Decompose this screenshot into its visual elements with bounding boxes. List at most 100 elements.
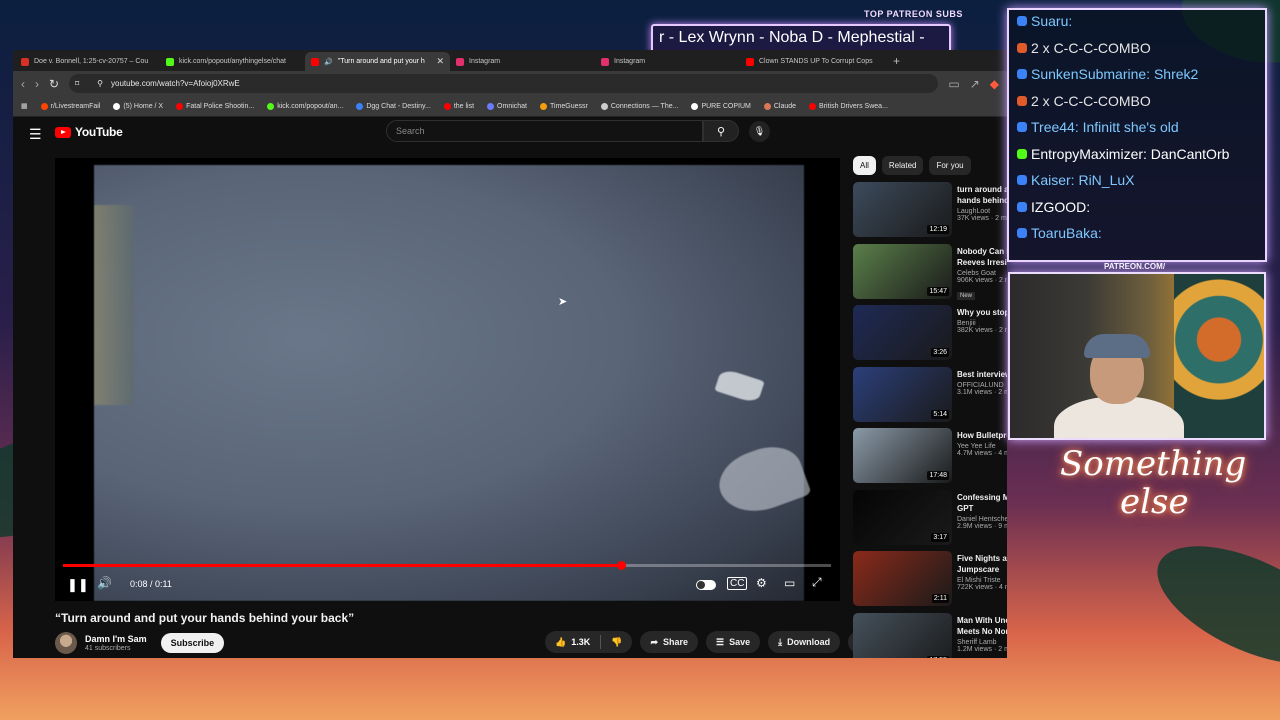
related-video-title[interactable]: How Bulletproof Pans? bbox=[957, 430, 1007, 441]
bookmark-item[interactable]: Connections — The... bbox=[600, 102, 678, 110]
related-channel-name[interactable]: Yee Yee Life bbox=[957, 443, 1007, 450]
share-button[interactable]: ➦ Share bbox=[640, 631, 699, 653]
patreon-label: TOP PATREON SUBS bbox=[864, 9, 963, 19]
bookmark-item[interactable]: kick.com/popout/an... bbox=[267, 102, 343, 110]
fullscreen-button[interactable]: ⤢ bbox=[812, 575, 822, 590]
bookmark-star-icon[interactable]: ⌑ bbox=[75, 79, 79, 88]
close-tab-icon[interactable]: ✕ bbox=[436, 56, 444, 67]
video-thumbnail[interactable]: 3:17 bbox=[853, 489, 952, 545]
video-thumbnail[interactable]: 17:55 bbox=[853, 612, 952, 658]
apps-icon[interactable]: ▦ bbox=[21, 102, 28, 110]
related-video-item[interactable]: 3:26 Why you stop Benjiii382K views · 2 mo… bbox=[853, 305, 1007, 367]
progress-bar[interactable] bbox=[63, 561, 831, 570]
tab-instagram-1[interactable]: Instagram bbox=[450, 52, 595, 71]
related-channel-name[interactable]: LaughLoot bbox=[957, 208, 1007, 215]
bookmark-item[interactable]: PURE COPIUM bbox=[691, 102, 751, 110]
bookmark-item[interactable]: British Drivers Swea... bbox=[809, 102, 888, 110]
search-button[interactable]: ⚲ bbox=[703, 120, 739, 142]
related-video-item[interactable]: 17:55 Man With Uncontrollable Rage Meets … bbox=[853, 612, 1007, 658]
video-thumbnail[interactable]: 3:26 bbox=[853, 305, 952, 360]
related-channel-name[interactable]: El Mishi Triste bbox=[957, 577, 1007, 584]
related-video-item[interactable]: 2:11 Five Nights at Epstein's | All Jumps… bbox=[853, 551, 1007, 613]
share-icon[interactable]: ↗ bbox=[970, 77, 980, 91]
settings-gear-icon[interactable]: ⚙ bbox=[756, 576, 767, 590]
related-channel-name[interactable]: Sheriff Lamb bbox=[957, 639, 1007, 646]
bookmark-item[interactable]: (5) Home / X bbox=[113, 102, 163, 110]
related-video-item[interactable]: 12:19 turn around and put your hands behi… bbox=[853, 182, 1007, 244]
bookmark-item[interactable]: Omnichat bbox=[487, 102, 527, 110]
platform-badge-icon bbox=[1017, 69, 1027, 79]
chat-message: 2 x C-C-C-COMBO bbox=[1017, 40, 1151, 56]
bookmark-item[interactable]: Claude bbox=[763, 102, 797, 110]
related-channel-name[interactable]: Daniel Hentschel bbox=[957, 516, 1007, 523]
tab-kick-chat[interactable]: kick.com/popout/anythingelse/chat bbox=[160, 52, 305, 71]
forward-icon[interactable]: › bbox=[35, 77, 39, 91]
bookmark-item[interactable]: Dgg Chat - Destiny... bbox=[356, 102, 431, 110]
tab-youtube-video[interactable]: 🔊 "Turn around and put your h ✕ bbox=[305, 52, 450, 71]
address-bar[interactable]: ⌑ ⚲ youtube.com/watch?v=Afoioj0XRwE bbox=[69, 74, 939, 93]
bookmark-item[interactable]: Fatal Police Shootin... bbox=[176, 102, 254, 110]
bookmark-item[interactable]: the list bbox=[443, 102, 474, 110]
tab-clown-video[interactable]: Clown STANDS UP To Corrupt Cops bbox=[740, 52, 885, 71]
related-video-item[interactable]: 5:14 Best interview OFFICIALUND 3.1M views … bbox=[853, 366, 1007, 429]
related-channel-name[interactable]: Celebs Goat bbox=[957, 270, 1007, 277]
chip-for-you[interactable]: For you bbox=[929, 156, 971, 175]
subscriber-count: 41 subscribers bbox=[85, 645, 131, 652]
volume-button[interactable]: 🔊 bbox=[97, 576, 112, 590]
related-video-title[interactable]: Man With Uncontrollable Rage Meets No No… bbox=[957, 615, 1007, 637]
related-video-title[interactable]: Five Nights at Epstein's | All Jumpscare bbox=[957, 553, 1007, 575]
related-video-title[interactable]: Why you stop bbox=[957, 307, 1007, 318]
brave-shield-icon[interactable]: ◆ bbox=[990, 77, 999, 91]
extensions-icon[interactable]: ▭ bbox=[948, 77, 959, 91]
download-button[interactable]: ⤓ Download bbox=[768, 631, 841, 653]
channel-name[interactable]: Damn I'm Sam bbox=[85, 634, 147, 644]
chip-related[interactable]: Related bbox=[881, 156, 924, 175]
dislike-button[interactable]: 👎 bbox=[601, 632, 632, 653]
channel-avatar[interactable] bbox=[55, 632, 77, 654]
tab-court-doc[interactable]: Doe v. Bonnell, 1:25-cv-20757 – Cou bbox=[15, 52, 160, 71]
video-thumbnail[interactable]: 5:14 bbox=[853, 366, 952, 422]
bookmark-label: TimeGuessr bbox=[550, 102, 588, 110]
menu-icon[interactable]: ☰ bbox=[29, 126, 42, 143]
chat-message-text: Suaru: bbox=[1031, 13, 1073, 29]
bookmark-item[interactable]: TimeGuessr bbox=[540, 102, 588, 110]
autoplay-toggle[interactable] bbox=[696, 580, 716, 590]
instagram-icon bbox=[601, 57, 609, 66]
new-tab-button[interactable]: + bbox=[885, 54, 908, 71]
theater-mode-button[interactable]: ▭ bbox=[784, 576, 795, 590]
related-video-title[interactable]: Best interview bbox=[957, 369, 1007, 380]
platform-badge-icon bbox=[1017, 95, 1027, 106]
video-thumbnail[interactable]: 17:48 bbox=[853, 428, 952, 483]
video-thumbnail[interactable]: 2:11 bbox=[853, 551, 952, 606]
dgg-icon bbox=[356, 102, 364, 110]
tab-instagram-2[interactable]: Instagram bbox=[595, 52, 740, 71]
captions-button[interactable]: CC bbox=[727, 577, 748, 590]
video-frame[interactable] bbox=[94, 165, 812, 601]
related-video-title[interactable]: Nobody Can Resist Keanu Reeves Irresisti… bbox=[957, 246, 1007, 268]
related-video-item[interactable]: 15:47 Nobody Can Resist Keanu Reeves Irre… bbox=[853, 243, 1007, 306]
site-info-icon[interactable]: ⚲ bbox=[97, 79, 103, 88]
video-thumbnail[interactable]: 15:47 bbox=[853, 243, 952, 299]
voice-search-button[interactable]: 🎙 bbox=[749, 121, 770, 142]
bookmark-label: Claude bbox=[773, 102, 797, 110]
video-player[interactable]: ➤ ❚❚ 🔊 0:08 / 0:11 CC ⚙ ▭ ⤢ bbox=[55, 158, 840, 601]
chat-message-text: EntropyMaximizer: DanCantOrb bbox=[1031, 145, 1230, 162]
back-icon[interactable]: ‹ bbox=[21, 77, 25, 91]
bookmark-item[interactable]: r/LivestreamFail bbox=[40, 102, 100, 110]
video-thumbnail[interactable]: 12:19 bbox=[853, 182, 952, 237]
related-video-item[interactable]: 17:48 How Bulletproof Pans? Yee Yee Life4.… bbox=[853, 428, 1007, 490]
related-channel-name[interactable]: Benjiii bbox=[957, 320, 1007, 327]
related-channel-name[interactable]: OFFICIALUND bbox=[957, 382, 1007, 389]
related-video-title[interactable]: turn around and put your hands behind yo… bbox=[957, 184, 1007, 206]
related-video-item[interactable]: 3:17 Confessing Murder To Chat GPT Daniel … bbox=[853, 489, 1007, 552]
like-button[interactable]: 👍 1.3K bbox=[545, 632, 600, 653]
related-videos: 12:19 turn around and put your hands behi… bbox=[853, 182, 1007, 658]
pause-button[interactable]: ❚❚ bbox=[67, 577, 89, 593]
chip-all[interactable]: All bbox=[853, 156, 876, 175]
related-video-title[interactable]: Confessing Murder To Chat GPT bbox=[957, 492, 1007, 514]
save-button[interactable]: ☰ Save bbox=[706, 631, 761, 653]
subscribe-button[interactable]: Subscribe bbox=[160, 633, 225, 653]
reload-icon[interactable]: ↻ bbox=[49, 77, 59, 91]
search-input[interactable]: Search bbox=[386, 120, 703, 142]
youtube-logo[interactable]: YouTube bbox=[55, 125, 123, 139]
